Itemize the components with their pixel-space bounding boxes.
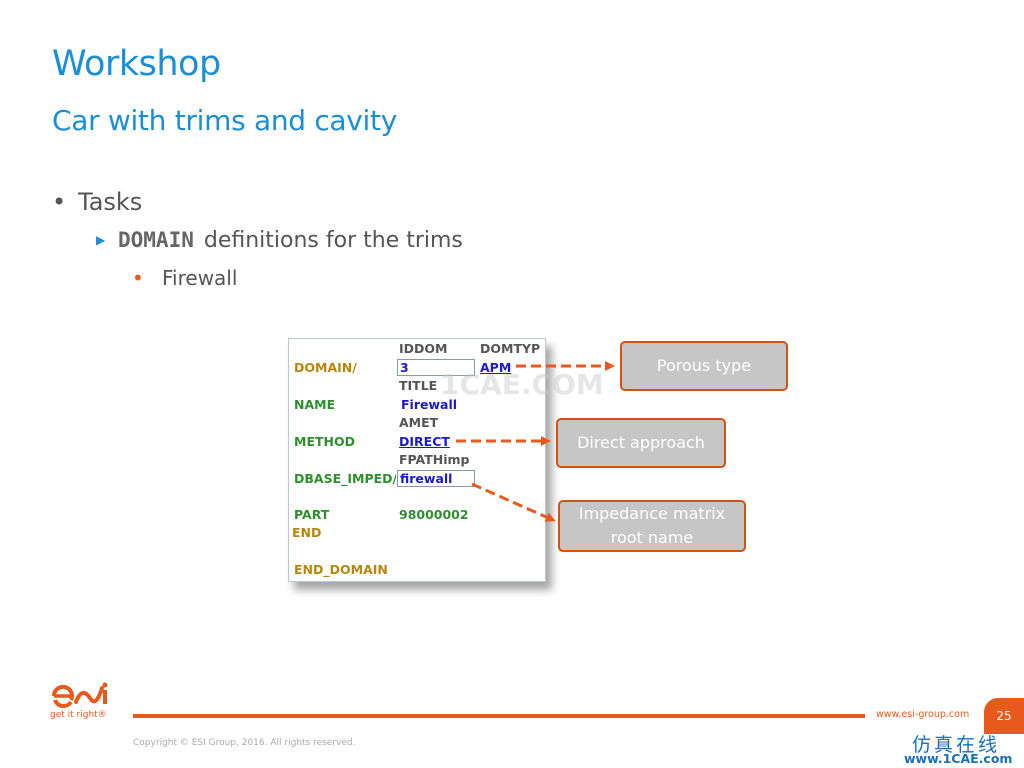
footer-tagline: get it right® (50, 710, 107, 720)
callout-impedance-matrix: Impedance matrix root name (558, 500, 746, 552)
footer-url[interactable]: www.esi-group.com (876, 709, 969, 720)
esi-logo-icon (51, 682, 108, 708)
arrows-layer (456, 361, 615, 522)
callout-direct-text: Direct approach (577, 433, 705, 452)
footer-divider (133, 714, 865, 718)
callout-impedance-line1: Impedance matrix (578, 504, 726, 523)
arrow-impedance (471, 482, 556, 522)
footer-copyright: Copyright © ESI Group, 2016. All rights … (133, 738, 356, 748)
callout-porous-type: Porous type (620, 341, 788, 391)
page-number: 25 (996, 709, 1012, 723)
page-number-badge: 25 (984, 698, 1024, 734)
watermark-url: www.1CAE.com (904, 751, 1013, 766)
callout-direct-approach: Direct approach (556, 418, 726, 468)
callout-porous-text: Porous type (656, 356, 752, 375)
callout-impedance-line2: root name (610, 528, 694, 547)
